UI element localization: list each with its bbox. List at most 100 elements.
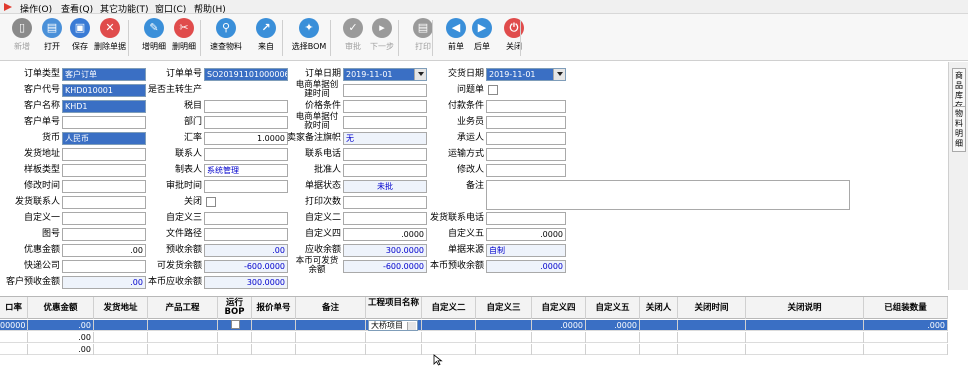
table-row[interactable]: 00000.00 .0000.0000 .000 大桥项目 bbox=[0, 320, 948, 331]
currency-field[interactable]: 人民币 bbox=[62, 132, 146, 145]
table-cell[interactable] bbox=[252, 332, 296, 343]
table-cell[interactable] bbox=[532, 344, 586, 355]
custom1-field[interactable] bbox=[62, 212, 146, 225]
ship-address-field[interactable] bbox=[62, 148, 146, 161]
table-cell[interactable] bbox=[366, 344, 422, 355]
table-cell[interactable] bbox=[864, 344, 948, 355]
table-cell[interactable] bbox=[640, 320, 678, 331]
approver-field[interactable] bbox=[343, 164, 427, 177]
table-cell[interactable] bbox=[640, 344, 678, 355]
grid-column-header[interactable]: 自定义四 bbox=[532, 297, 586, 319]
grid-column-header[interactable]: 运行BOP bbox=[218, 297, 252, 319]
drawing-no-field[interactable] bbox=[62, 228, 146, 241]
table-cell[interactable] bbox=[0, 332, 28, 343]
custom2-field[interactable] bbox=[343, 212, 427, 225]
grid-column-header[interactable]: 产品工程 bbox=[148, 297, 218, 319]
contact-field[interactable] bbox=[204, 148, 288, 161]
table-cell[interactable] bbox=[94, 332, 148, 343]
grid-column-header[interactable]: 报价单号 bbox=[252, 297, 296, 319]
toolbar-button-import[interactable]: ↗ 来自 bbox=[250, 18, 282, 58]
table-cell[interactable] bbox=[148, 344, 218, 355]
table-cell[interactable]: .00 bbox=[28, 320, 94, 331]
table-cell[interactable] bbox=[296, 344, 366, 355]
table-cell[interactable] bbox=[148, 332, 218, 343]
grid-column-header[interactable]: 自定义二 bbox=[422, 297, 476, 319]
print-count-field[interactable] bbox=[343, 196, 427, 209]
approve-time-field[interactable] bbox=[204, 180, 288, 193]
table-cell[interactable]: .0000 bbox=[586, 320, 640, 331]
table-cell[interactable] bbox=[678, 320, 746, 331]
tab-material-detail[interactable]: 物料明细 bbox=[952, 106, 966, 152]
table-cell[interactable] bbox=[422, 332, 476, 343]
customer-prepaid-amount-field[interactable]: .00 bbox=[62, 276, 146, 289]
express-company-field[interactable] bbox=[62, 260, 146, 273]
sample-type-field[interactable] bbox=[62, 164, 146, 177]
price-terms-field[interactable] bbox=[343, 100, 427, 113]
delivery-date-field[interactable]: 2019-11-01 bbox=[486, 68, 566, 81]
contact-phone-field[interactable] bbox=[343, 148, 427, 161]
table-cell[interactable] bbox=[586, 332, 640, 343]
table-cell[interactable] bbox=[422, 344, 476, 355]
toolbar-button-search[interactable]: ⚲ 速查物料 bbox=[210, 18, 242, 58]
table-cell[interactable] bbox=[148, 320, 218, 331]
ship-contact-field[interactable] bbox=[62, 196, 146, 209]
table-cell[interactable] bbox=[678, 332, 746, 343]
grid-column-header[interactable]: 自定义五 bbox=[586, 297, 640, 319]
table-cell[interactable] bbox=[296, 320, 366, 331]
toolbar-button-next-record[interactable]: ▶ 后单 bbox=[466, 18, 498, 58]
prepaid-balance-field[interactable]: .00 bbox=[204, 244, 288, 257]
table-cell[interactable] bbox=[640, 332, 678, 343]
local-receivable-balance-field[interactable]: 300.0000 bbox=[204, 276, 288, 289]
custom5-field[interactable]: .0000 bbox=[486, 228, 566, 241]
table-cell[interactable] bbox=[678, 344, 746, 355]
table-cell[interactable]: .0000 bbox=[532, 320, 586, 331]
problem-order-checkbox[interactable] bbox=[488, 85, 498, 95]
table-cell[interactable] bbox=[0, 344, 28, 355]
table-cell[interactable]: .000 bbox=[864, 320, 948, 331]
toolbar-button-remove-detail[interactable]: ✂ 删明细 bbox=[168, 18, 200, 58]
table-cell[interactable] bbox=[252, 320, 296, 331]
custom4-field[interactable]: .0000 bbox=[343, 228, 427, 241]
project-name-select[interactable]: 大桥项目 bbox=[368, 320, 418, 331]
grid-column-header[interactable]: 备注 bbox=[296, 297, 366, 319]
table-cell[interactable] bbox=[864, 332, 948, 343]
toolbar-button-add-detail[interactable]: ✎ 增明细 bbox=[138, 18, 170, 58]
table-row[interactable]: .00 bbox=[0, 332, 948, 343]
table-cell[interactable] bbox=[586, 344, 640, 355]
order-no-field[interactable]: SO20191101000006 bbox=[204, 68, 288, 81]
grid-column-header[interactable]: ロ率 bbox=[0, 297, 28, 319]
toolbar-button-print[interactable]: ▤ 打印 bbox=[407, 18, 439, 58]
toolbar-button-delete[interactable]: ✕ 删除单据 bbox=[94, 18, 126, 58]
table-cell[interactable] bbox=[422, 320, 476, 331]
carrier-field[interactable] bbox=[486, 132, 566, 145]
remarks-field[interactable] bbox=[486, 180, 850, 210]
tax-category-field[interactable] bbox=[204, 100, 288, 113]
local-prepaid-balance-field[interactable]: .0000 bbox=[486, 260, 566, 273]
customer-code-field[interactable]: KHD010001 bbox=[62, 84, 146, 97]
ecom-created-field[interactable] bbox=[343, 84, 427, 97]
table-cell[interactable]: .00 bbox=[28, 332, 94, 343]
dropdown-arrow-icon[interactable] bbox=[557, 72, 563, 76]
salesman-field[interactable] bbox=[486, 116, 566, 129]
table-cell[interactable] bbox=[746, 320, 864, 331]
order-type-field[interactable]: 客户订单 bbox=[62, 68, 146, 81]
exchange-rate-field[interactable]: 1.0000 bbox=[204, 132, 288, 145]
department-field[interactable] bbox=[204, 116, 288, 129]
customer-doc-no-field[interactable] bbox=[62, 116, 146, 129]
table-cell[interactable] bbox=[476, 320, 532, 331]
table-cell[interactable] bbox=[218, 332, 252, 343]
dropdown-arrow-icon[interactable] bbox=[407, 322, 416, 330]
toolbar-button-close[interactable]: ⏻ 关闭 bbox=[498, 18, 530, 58]
toolbar-button-next-step[interactable]: ▸ 下一步 bbox=[366, 18, 398, 58]
modifier-field[interactable] bbox=[486, 164, 566, 177]
maker-field[interactable]: 系统管理 bbox=[204, 164, 288, 177]
grid-column-header[interactable]: 关闭时间 bbox=[678, 297, 746, 319]
table-cell[interactable] bbox=[94, 320, 148, 331]
dropdown-arrow-icon[interactable] bbox=[418, 72, 424, 76]
table-cell[interactable] bbox=[476, 332, 532, 343]
transport-mode-field[interactable] bbox=[486, 148, 566, 161]
doc-status-field[interactable]: 未批 bbox=[343, 180, 427, 193]
grid-column-header[interactable]: 优惠金额 bbox=[28, 297, 94, 319]
toolbar-button-new-doc[interactable]: ▯ 新增 bbox=[6, 18, 38, 58]
table-cell[interactable]: 00000 bbox=[0, 320, 28, 331]
